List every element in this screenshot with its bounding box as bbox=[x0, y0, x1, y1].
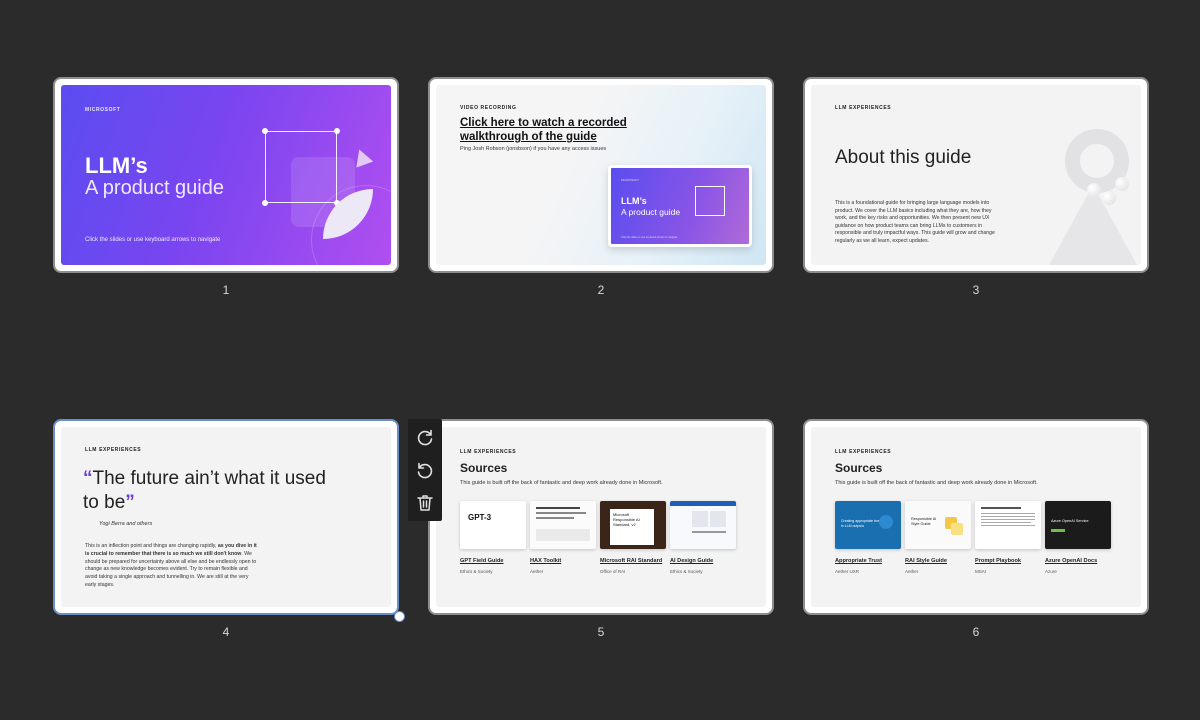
preview-title: LLM’s bbox=[621, 196, 647, 206]
slide-number: 6 bbox=[972, 625, 980, 639]
slide-kicker: VIDEO RECORDING bbox=[460, 105, 517, 111]
source-link[interactable]: GPT Field Guide bbox=[460, 558, 504, 564]
source-card-thumbnail[interactable]: Creating appropriate trust in LLM output… bbox=[835, 501, 901, 549]
source-link[interactable]: Azure OpenAI Docs bbox=[1045, 558, 1097, 564]
source-card-thumbnail[interactable]: Azure OpenAI Service bbox=[1045, 501, 1111, 549]
slide-number: 4 bbox=[222, 625, 230, 639]
source-owner: Aether bbox=[905, 569, 919, 574]
source-link[interactable]: RAI Style Guide bbox=[905, 558, 947, 564]
sphere-graphic bbox=[1087, 183, 1101, 197]
quote-attribution: Yogi Berra and others bbox=[99, 521, 153, 527]
slide-3-canvas: LLM EXPERIENCES About this guide This is… bbox=[811, 85, 1141, 265]
slide-number: 1 bbox=[222, 283, 230, 297]
card-thumb-text: Azure OpenAI Service bbox=[1051, 519, 1089, 523]
sphere-graphic bbox=[1102, 191, 1116, 205]
quote-text: The future ain’t what it used to be bbox=[83, 468, 326, 513]
slide-subtitle: A product guide bbox=[85, 177, 224, 199]
card-thumb-text: Responsible AI Style Guide bbox=[911, 517, 937, 526]
slide-kicker: LLM EXPERIENCES bbox=[835, 449, 892, 455]
cone-graphic bbox=[350, 146, 374, 168]
quote: “The future ain’t what it used to be” bbox=[83, 467, 333, 515]
redo-button[interactable] bbox=[413, 425, 437, 449]
source-owner: Aether bbox=[530, 569, 544, 574]
slide-kicker: LLM EXPERIENCES bbox=[85, 447, 142, 453]
slide-1-canvas: MICROSOFT LLM’s A product guide Click th… bbox=[61, 85, 391, 265]
slide-number: 3 bbox=[972, 283, 980, 297]
sphere-graphic bbox=[1115, 177, 1129, 191]
preview-subtitle: A product guide bbox=[621, 207, 681, 217]
source-link[interactable]: Appropriate Trust bbox=[835, 558, 882, 564]
source-link[interactable]: Prompt Playbook bbox=[975, 558, 1021, 564]
source-owner: Ethics & Society bbox=[460, 569, 493, 574]
source-owner: Ethics & Society bbox=[670, 569, 703, 574]
preview-frame-graphic bbox=[695, 186, 725, 216]
slide-kicker: MICROSOFT bbox=[85, 107, 121, 113]
undo-button[interactable] bbox=[413, 458, 437, 482]
slide-sorter: MICROSOFT LLM’s A product guide Click th… bbox=[0, 0, 1200, 720]
undo-icon bbox=[417, 462, 433, 479]
slide-title: Sources bbox=[460, 461, 508, 475]
cone-graphic bbox=[1049, 185, 1137, 265]
source-link[interactable]: Microsoft RAI Standard bbox=[600, 558, 662, 564]
resize-handle[interactable] bbox=[394, 611, 405, 622]
video-preview[interactable]: MICROSOFT LLM’s A product guide Click th… bbox=[608, 165, 752, 247]
frame-handle-icon bbox=[262, 128, 268, 134]
card-thumb-text: Creating appropriate trust in LLM output… bbox=[841, 519, 881, 528]
selection-frame-graphic bbox=[265, 131, 337, 203]
slide-title: Sources bbox=[835, 461, 883, 475]
slide-thumbnail-2[interactable]: VIDEO RECORDING Click here to watch a re… bbox=[428, 77, 774, 273]
slide-subtitle: This guide is built off the back of fant… bbox=[460, 480, 663, 486]
slide-title: LLM’s bbox=[85, 153, 148, 178]
source-owner: MSAI bbox=[975, 569, 987, 574]
frame-handle-icon bbox=[334, 128, 340, 134]
slide-body: This is an inflection point and things a… bbox=[85, 543, 261, 590]
slide-body: This is a foundational guide for bringin… bbox=[835, 200, 995, 244]
slide-thumbnail-4[interactable]: LLM EXPERIENCES “The future ain’t what i… bbox=[53, 419, 399, 615]
source-card-thumbnail[interactable]: Responsible AI Style Guide bbox=[905, 501, 971, 549]
preview-hint: Click the slides or use keyboard arrows … bbox=[621, 236, 678, 239]
source-card-thumbnail[interactable] bbox=[670, 501, 736, 549]
source-link[interactable]: AI Design Guide bbox=[670, 558, 713, 564]
card-thumb-text: Microsoft Responsible AI Standard, v2 bbox=[610, 509, 654, 545]
slide-thumbnail-1[interactable]: MICROSOFT LLM’s A product guide Click th… bbox=[53, 77, 399, 273]
delete-button[interactable] bbox=[413, 491, 437, 515]
slide-thumbnail-5[interactable]: LLM EXPERIENCES Sources This guide is bu… bbox=[428, 419, 774, 615]
preview-kicker: MICROSOFT bbox=[621, 178, 639, 182]
slide-number: 5 bbox=[597, 625, 605, 639]
slide-title: About this guide bbox=[835, 147, 972, 168]
close-quote-mark: ” bbox=[125, 492, 135, 513]
frame-handle-icon bbox=[262, 200, 268, 206]
card-thumb-text: GPT-3 bbox=[468, 513, 492, 522]
slide-action-toolbar bbox=[408, 419, 442, 521]
trash-icon bbox=[417, 495, 433, 511]
source-card-thumbnail[interactable] bbox=[975, 501, 1041, 549]
slide-number: 2 bbox=[597, 283, 605, 297]
navigation-hint: Click the slides or use keyboard arrows … bbox=[85, 237, 221, 243]
source-link[interactable]: HAX Toolkit bbox=[530, 558, 561, 564]
source-card-thumbnail[interactable] bbox=[530, 501, 596, 549]
slide-kicker: LLM EXPERIENCES bbox=[460, 449, 517, 455]
slide-subtitle: This guide is built off the back of fant… bbox=[835, 480, 1038, 486]
redo-icon bbox=[417, 429, 433, 446]
slide-thumbnail-3[interactable]: LLM EXPERIENCES About this guide This is… bbox=[803, 77, 1149, 273]
recording-link[interactable]: Click here to watch a recorded walkthrou… bbox=[460, 116, 660, 144]
access-note: Ping Josh Robson (jonsbson) if you have … bbox=[460, 146, 607, 152]
source-owner: Aether UXR bbox=[835, 569, 860, 574]
slide-5-canvas: LLM EXPERIENCES Sources This guide is bu… bbox=[436, 427, 766, 607]
slide-kicker: LLM EXPERIENCES bbox=[835, 105, 892, 111]
source-owner: Office of RAI bbox=[600, 569, 626, 574]
source-card-thumbnail[interactable]: Microsoft Responsible AI Standard, v2 bbox=[600, 501, 666, 549]
source-card-thumbnail[interactable]: GPT-3 bbox=[460, 501, 526, 549]
body-text: This is an inflection point and things a… bbox=[85, 543, 218, 549]
slide-2-canvas: VIDEO RECORDING Click here to watch a re… bbox=[436, 85, 766, 265]
slide-thumbnail-6[interactable]: LLM EXPERIENCES Sources This guide is bu… bbox=[803, 419, 1149, 615]
slide-4-canvas: LLM EXPERIENCES “The future ain’t what i… bbox=[61, 427, 391, 607]
open-quote-mark: “ bbox=[83, 468, 93, 489]
source-owner: Azure bbox=[1045, 569, 1057, 574]
slide-6-canvas: LLM EXPERIENCES Sources This guide is bu… bbox=[811, 427, 1141, 607]
